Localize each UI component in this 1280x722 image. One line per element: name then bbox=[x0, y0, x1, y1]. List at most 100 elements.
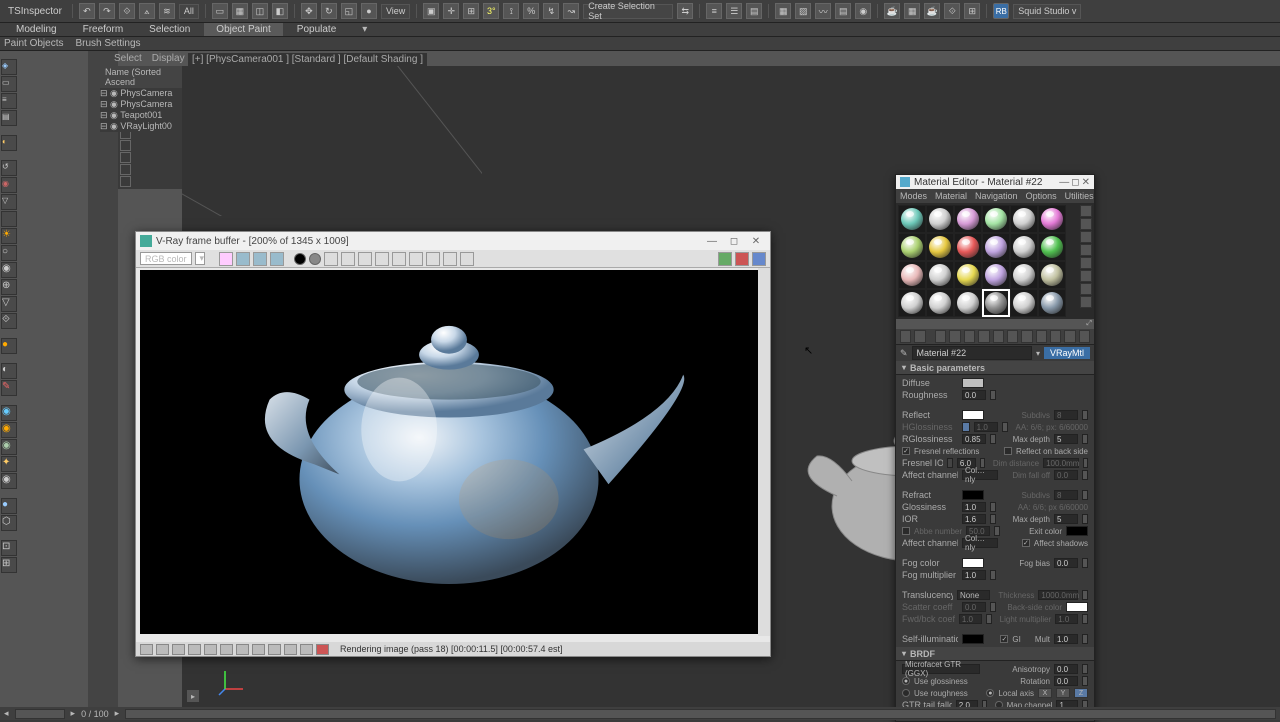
tsinspector-label[interactable]: TSInspector bbox=[4, 6, 66, 17]
outliner-tool-icon[interactable] bbox=[120, 140, 131, 151]
spinner-icon[interactable] bbox=[1082, 664, 1088, 674]
exitcolor-swatch[interactable] bbox=[1066, 526, 1088, 536]
vfb-start-render-icon[interactable] bbox=[718, 252, 732, 266]
vfb-titlebar[interactable]: V-Ray frame buffer - [200% of 1345 x 100… bbox=[136, 232, 770, 250]
me-make-copy-icon[interactable] bbox=[964, 330, 975, 343]
spinner-icon[interactable] bbox=[990, 570, 996, 580]
tab-freeform[interactable]: Freeform bbox=[71, 23, 136, 36]
rollout-brdf[interactable]: BRDF bbox=[896, 647, 1094, 661]
spinner-icon[interactable] bbox=[990, 502, 996, 512]
align2-icon[interactable]: ☰ bbox=[726, 3, 742, 19]
tool-icon[interactable]: ✎ bbox=[1, 380, 17, 396]
usegloss-radio[interactable]: ● bbox=[902, 677, 910, 685]
align-icon[interactable]: ≡ bbox=[706, 3, 722, 19]
tool-icon[interactable]: ▽ bbox=[1, 296, 17, 312]
list-item[interactable]: ⊟ ◉ PhysCamera bbox=[100, 88, 182, 99]
maximize-icon[interactable]: ◻ bbox=[724, 234, 744, 248]
tool-icon[interactable]: ⊕ bbox=[1, 279, 17, 295]
aniso-field[interactable]: 0.0 bbox=[1054, 664, 1078, 674]
maximize-icon[interactable]: ◻ bbox=[1071, 177, 1079, 188]
vfb-switch-icon[interactable] bbox=[309, 253, 321, 265]
tool-icon[interactable]: ◉ bbox=[1, 262, 17, 278]
me-type-button[interactable]: VRayMtl bbox=[1044, 347, 1090, 359]
percent-snap-icon[interactable]: ⟟ bbox=[503, 3, 519, 19]
refract-color-swatch[interactable] bbox=[962, 490, 984, 500]
axis-y-button[interactable]: Y bbox=[1056, 688, 1070, 698]
spinner-icon[interactable] bbox=[1082, 590, 1088, 600]
abbe-checkbox[interactable] bbox=[902, 527, 910, 535]
vfb-status-icon[interactable] bbox=[188, 644, 201, 655]
spinner-icon[interactable] bbox=[1082, 558, 1088, 568]
render2-icon[interactable]: ⟐ bbox=[944, 3, 960, 19]
mirror-icon[interactable]: ⇆ bbox=[677, 3, 693, 19]
spinner-icon[interactable] bbox=[1082, 676, 1088, 686]
vfb-track-icon[interactable] bbox=[426, 252, 440, 266]
me-side-3x2-icon[interactable] bbox=[1080, 296, 1092, 308]
render-rb-icon[interactable]: RB bbox=[993, 3, 1009, 19]
diffuse-color-swatch[interactable] bbox=[962, 378, 984, 388]
select-crossing-icon[interactable]: ◧ bbox=[272, 3, 288, 19]
view-dropdown[interactable]: View bbox=[381, 4, 410, 19]
me-side-uv-icon[interactable] bbox=[1080, 244, 1092, 256]
tool-icon[interactable]: ◉ bbox=[1, 422, 17, 438]
select-icon[interactable]: ▭ bbox=[212, 3, 228, 19]
mult-field[interactable]: 1.0 bbox=[1054, 634, 1078, 644]
vfb-cc-icon[interactable] bbox=[460, 252, 474, 266]
move-icon[interactable]: ✥ bbox=[301, 3, 317, 19]
minimize-icon[interactable]: — bbox=[702, 234, 722, 248]
ribbon-collapse-icon[interactable]: ▾ bbox=[362, 24, 367, 35]
tool-icon[interactable]: ◐ bbox=[1, 135, 17, 151]
material-swatch[interactable] bbox=[982, 261, 1010, 289]
rotation-field[interactable]: 0.0 bbox=[1054, 676, 1078, 686]
lock-icon[interactable] bbox=[962, 422, 970, 432]
lock-icon[interactable] bbox=[947, 458, 953, 468]
spinner-icon[interactable] bbox=[1082, 490, 1088, 500]
link-icon[interactable]: ⟐ bbox=[119, 3, 135, 19]
render-icon[interactable]: ☕ bbox=[924, 3, 940, 19]
mat-editor-icon[interactable]: ◉ bbox=[855, 3, 871, 19]
vfb-status-icon[interactable] bbox=[140, 644, 153, 655]
render3-icon[interactable]: ⊞ bbox=[964, 3, 980, 19]
vfb-clear-icon[interactable] bbox=[358, 252, 372, 266]
tool-icon[interactable]: ⬡ bbox=[1, 515, 17, 531]
material-swatch[interactable] bbox=[1038, 261, 1066, 289]
timeline-scrollbar[interactable] bbox=[15, 709, 65, 719]
tool-icon[interactable]: ◉ bbox=[1, 177, 17, 193]
timeline-track[interactable] bbox=[125, 709, 1276, 719]
gloss-field[interactable]: 1.0 bbox=[962, 502, 986, 512]
material-swatch[interactable] bbox=[1010, 289, 1038, 317]
outliner-tool-icon[interactable] bbox=[120, 176, 131, 187]
vfb-status-icon[interactable] bbox=[204, 644, 217, 655]
tool-icon[interactable] bbox=[1, 211, 17, 227]
viewport-expand-icon[interactable]: ▸ bbox=[186, 689, 200, 703]
me-name-field[interactable]: Material #22 bbox=[912, 346, 1032, 360]
tool-icon[interactable]: ☀ bbox=[1, 228, 17, 244]
schematic-icon[interactable]: ▤ bbox=[835, 3, 851, 19]
maxdepth-field[interactable]: 5 bbox=[1054, 434, 1078, 444]
material-swatch[interactable] bbox=[982, 205, 1010, 233]
fresnel-checkbox[interactable]: ✓ bbox=[902, 447, 910, 455]
spinner-icon[interactable] bbox=[1082, 434, 1088, 444]
vfb-render-view[interactable] bbox=[140, 270, 758, 634]
backside-checkbox[interactable] bbox=[1004, 447, 1012, 455]
me-swatch-scrollbar[interactable]: ⤢ bbox=[896, 319, 1094, 329]
me-goto-icon[interactable] bbox=[1064, 330, 1075, 343]
r-maxdepth-field[interactable]: 5 bbox=[1054, 514, 1078, 524]
tool-icon[interactable]: ◐ bbox=[1, 363, 17, 379]
fogmult-field[interactable]: 1.0 bbox=[962, 570, 986, 580]
snap-toggle-icon[interactable]: ⊞ bbox=[463, 3, 479, 19]
spinner-icon[interactable] bbox=[990, 390, 996, 400]
vfb-status-icon[interactable] bbox=[172, 644, 185, 655]
material-swatch[interactable] bbox=[1038, 205, 1066, 233]
vfb-info-icon[interactable] bbox=[392, 252, 406, 266]
tool-icon[interactable]: ● bbox=[1, 338, 17, 354]
edit-snap-icon[interactable]: ↯ bbox=[543, 3, 559, 19]
material-swatch[interactable] bbox=[926, 205, 954, 233]
vfb-copy-icon[interactable] bbox=[375, 252, 389, 266]
brdf-type-dropdown[interactable]: Microfacet GTR (GGX) bbox=[902, 664, 980, 674]
tool-icon[interactable]: ⊡ bbox=[1, 540, 17, 556]
unlink-icon[interactable]: ⟑ bbox=[139, 3, 155, 19]
tool-icon[interactable]: ▽ bbox=[1, 194, 17, 210]
graph-icon[interactable]: ▨ bbox=[795, 3, 811, 19]
vfb-status-icon[interactable] bbox=[252, 644, 265, 655]
